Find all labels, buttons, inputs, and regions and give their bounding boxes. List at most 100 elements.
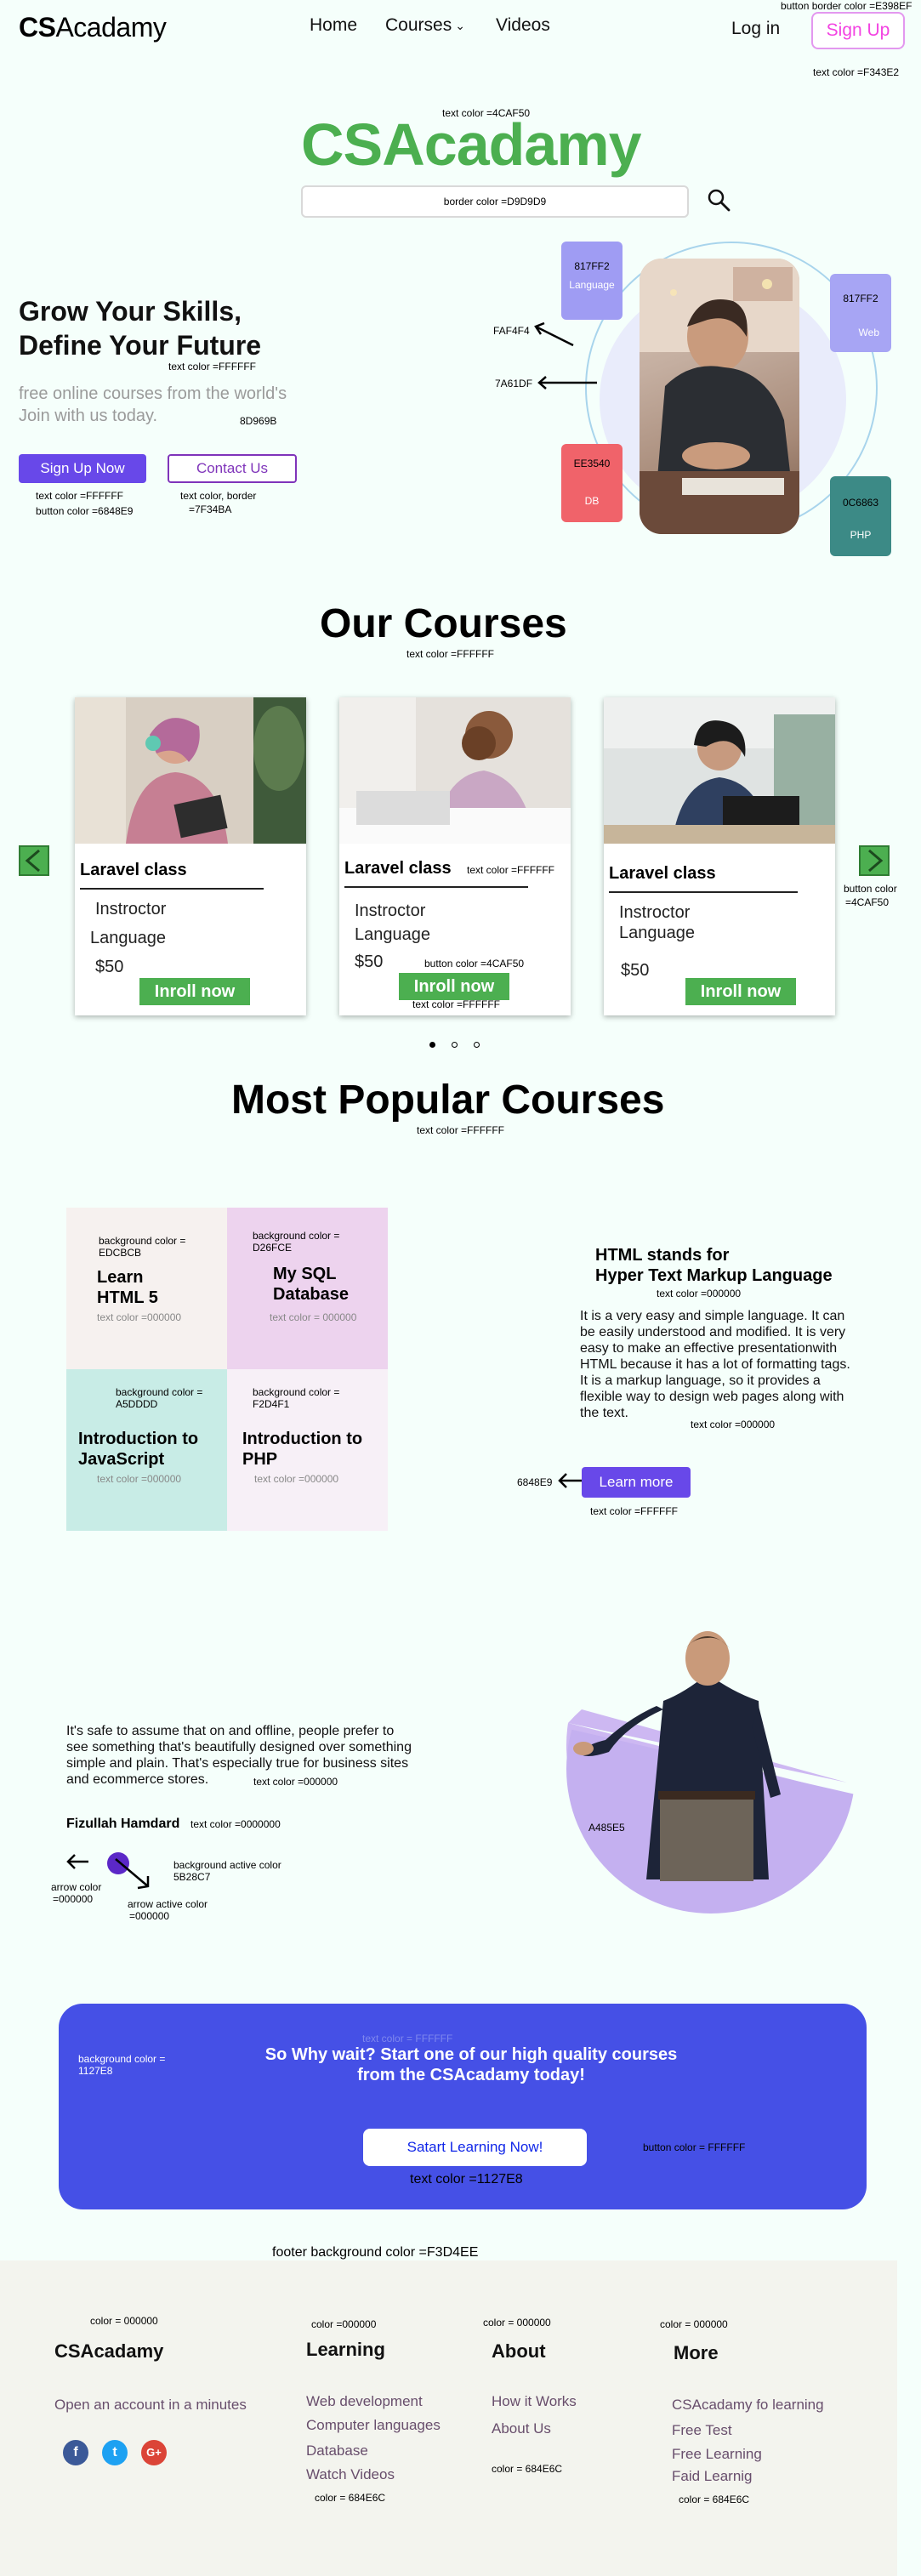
footer-link[interactable]: Free Test: [672, 2422, 732, 2439]
search-input[interactable]: border color =D9D9D9: [301, 185, 689, 218]
footer-learning-heading: Learning: [306, 2339, 385, 2360]
html-description-note: text color =000000: [691, 1419, 776, 1430]
cta-button-note: button color = FFFFFF: [643, 2141, 746, 2153]
active-arrow-note-2: =000000: [129, 1910, 170, 1922]
popular-title: Most Popular Courses: [231, 1078, 665, 1123]
course-card[interactable]: Laravel class text color =FFFFFF Instroc…: [339, 697, 571, 1015]
html-heading: HTML stands for Hyper Text Markup Languag…: [595, 1246, 833, 1285]
course-language: Language: [90, 929, 166, 947]
hero-subtitle-note: 8D969B: [240, 415, 277, 427]
learn-more-button[interactable]: Learn more: [582, 1467, 691, 1498]
primary-btn-note-text: text color =FFFFFF: [36, 490, 124, 502]
enroll-button[interactable]: Inroll now: [685, 978, 796, 1005]
google-plus-icon[interactable]: G+: [141, 2440, 167, 2465]
arrow-note-1: arrow color: [51, 1881, 102, 1893]
cta-bg-note-1: background color =: [78, 2053, 166, 2065]
nav-videos-link[interactable]: Videos: [496, 15, 550, 36]
nav-courses-link[interactable]: Courses ⌄: [385, 15, 465, 36]
courses-title-note: text color =FFFFFF: [406, 648, 495, 660]
search-icon[interactable]: [706, 187, 731, 214]
signup-now-button[interactable]: Sign Up Now: [19, 454, 146, 483]
carousel-prev-button[interactable]: [19, 845, 49, 876]
footer-col4-note: color = 000000: [660, 2318, 728, 2330]
enroll-button[interactable]: Inroll now: [139, 978, 250, 1005]
footer-col3-note: color = 000000: [483, 2317, 551, 2329]
footer: [0, 2260, 897, 2576]
tile-note: background color =: [99, 1235, 186, 1247]
tile-note: text color =000000: [97, 1311, 182, 1323]
login-link[interactable]: Log in: [731, 19, 780, 39]
cta-heading: So Why wait? Start one of our high quali…: [264, 2045, 678, 2084]
cta-btn-text-note: text color =1127E8: [410, 2172, 523, 2186]
course-card-image: [75, 697, 306, 844]
carousel-dot-active[interactable]: [429, 1042, 435, 1048]
quote-note: text color =000000: [253, 1776, 338, 1788]
active-bg-note-1: background active color: [173, 1859, 281, 1871]
footer-link[interactable]: Watch Videos: [306, 2466, 395, 2483]
tile-note: text color =000000: [254, 1473, 339, 1485]
chevron-left-icon: [25, 849, 40, 873]
footer-brand[interactable]: CSAcadamy: [54, 2340, 163, 2363]
footer-link[interactable]: Computer languages: [306, 2417, 441, 2434]
learn-more-note: text color =FFFFFF: [590, 1505, 679, 1517]
popular-tile-js[interactable]: background color = A5DDDD Introduction t…: [66, 1369, 227, 1531]
carousel-dot[interactable]: [452, 1042, 458, 1048]
tile-note: background color =: [253, 1386, 340, 1398]
testimonial-person-image: [566, 1631, 856, 1914]
hero-heading: Grow Your Skills, Define Your Future: [19, 296, 262, 361]
hero-heading-note: text color =FFFFFF: [168, 361, 257, 372]
tile-note: A5DDDD: [116, 1398, 158, 1410]
course-instructor: Instroctor: [355, 901, 426, 920]
active-arrow-note-1: arrow active color: [128, 1898, 208, 1910]
course-divider: [80, 888, 264, 890]
footer-link[interactable]: How it Works: [492, 2393, 577, 2410]
popular-title-note: text color =FFFFFF: [417, 1124, 505, 1136]
course-card-image: [339, 697, 571, 844]
footer-learning-links-note: color = 684E6C: [315, 2492, 386, 2504]
tile-note: EDCBCB: [99, 1247, 142, 1259]
tile-note: D26FCE: [253, 1242, 293, 1254]
footer-link[interactable]: CSAcadamy fo learning: [672, 2397, 824, 2414]
facebook-icon[interactable]: f: [63, 2440, 88, 2465]
chevron-right-icon: [868, 849, 884, 873]
signup-button[interactable]: Sign Up: [811, 12, 905, 49]
popular-tile-sql[interactable]: background color = D26FCE My SQL Database…: [227, 1208, 388, 1369]
cta-title-note: text color = FFFFFF: [362, 2033, 453, 2044]
hero-brand-title: CSAcadamy: [301, 111, 642, 178]
footer-about-heading: About: [492, 2340, 546, 2362]
footer-link[interactable]: Web development: [306, 2393, 423, 2410]
enroll-button[interactable]: Inroll now: [399, 973, 509, 1000]
carousel-dot[interactable]: [474, 1042, 480, 1048]
arrow-left-icon: [558, 1473, 583, 1488]
footer-link[interactable]: Free Learning: [672, 2446, 762, 2463]
twitter-icon[interactable]: t: [102, 2440, 128, 2465]
testimonial-prev-button[interactable]: [65, 1852, 90, 1871]
badge-db: EE3540 DB: [561, 444, 623, 522]
footer-more-links-note: color = 684E6C: [679, 2494, 750, 2505]
popular-tile-html[interactable]: background color = EDCBCB Learn HTML 5 te…: [66, 1208, 227, 1369]
course-card[interactable]: Laravel class Instroctor Language $50 In…: [604, 697, 835, 1015]
circle-note: A485E5: [588, 1822, 625, 1834]
course-language: Language: [619, 924, 695, 942]
start-learning-button[interactable]: Satart Learning Now!: [363, 2129, 587, 2166]
contact-us-button[interactable]: Contact Us: [168, 454, 297, 483]
badge-language: 817FF2 Language: [561, 242, 623, 320]
footer-link[interactable]: About Us: [492, 2420, 551, 2437]
carousel-next-button[interactable]: [859, 845, 890, 876]
footer-link[interactable]: Faid Learnig: [672, 2468, 753, 2485]
popular-tile-php[interactable]: background color = F2D4F1 Introduction t…: [227, 1369, 388, 1531]
arrow-left-icon: [537, 376, 597, 390]
tile-title: Introduction to JavaScript: [78, 1430, 199, 1469]
learn-more-arrow-note: 6848E9: [517, 1476, 553, 1488]
course-card[interactable]: Laravel class Instroctor Language $50 In…: [75, 697, 306, 1015]
nav-home-link[interactable]: Home: [310, 15, 357, 36]
arrow-note-1: FAF4F4: [493, 325, 530, 337]
footer-about-links-note: color = 684E6C: [492, 2463, 563, 2475]
tile-note: text color =000000: [97, 1473, 182, 1485]
site-logo[interactable]: CSAcadamy: [19, 12, 167, 43]
badge-php: 0C6863 PHP: [830, 476, 891, 556]
footer-link[interactable]: Database: [306, 2442, 368, 2459]
course-price: $50: [355, 952, 384, 971]
course-price: $50: [621, 961, 650, 980]
testimonial-author: Fizullah Hamdard: [66, 1817, 180, 1831]
